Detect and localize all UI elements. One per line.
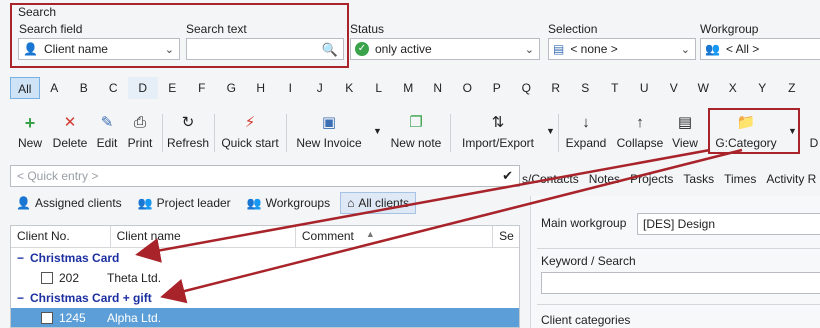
annotation-arrow bbox=[135, 148, 711, 263]
annotation-arrow bbox=[160, 148, 743, 304]
annotation-arrows bbox=[135, 148, 743, 304]
